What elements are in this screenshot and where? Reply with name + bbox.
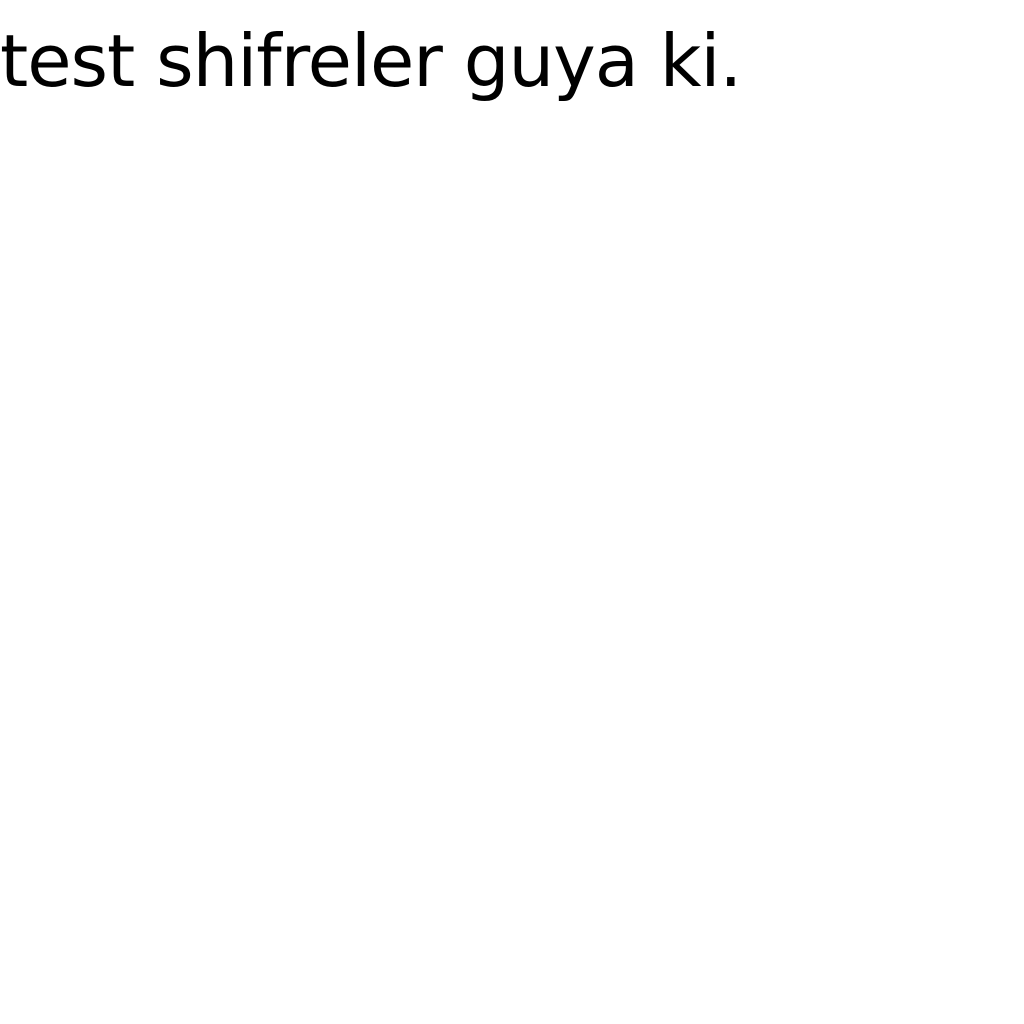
- page-canvas: test shifreler guya ki.: [0, 0, 1024, 1024]
- text-line: test shifreler guya ki.: [0, 19, 742, 103]
